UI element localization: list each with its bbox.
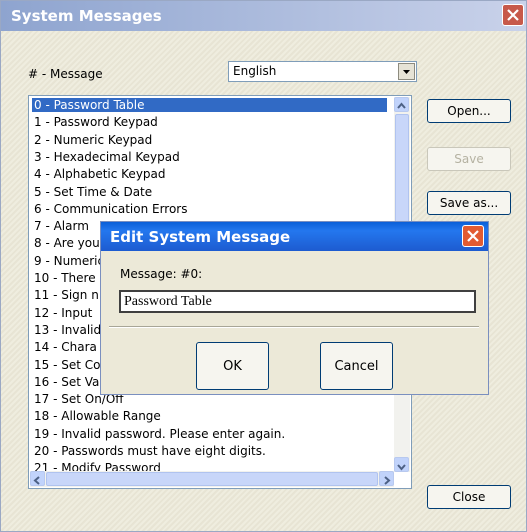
horizontal-scroll-thumb[interactable] <box>46 472 378 486</box>
chevron-left-icon <box>33 476 40 485</box>
list-item[interactable]: 20 - Passwords must have eight digits. <box>32 444 266 458</box>
system-messages-window: System Messages # - Message English 0 - … <box>0 0 527 532</box>
scroll-down-button[interactable] <box>394 457 409 472</box>
cancel-button[interactable]: Cancel <box>320 342 393 390</box>
save-as-button[interactable]: Save as... <box>427 191 511 215</box>
list-item[interactable]: 10 - There <box>32 271 96 285</box>
list-item[interactable]: 11 - Sign n <box>32 288 99 302</box>
save-button[interactable]: Save <box>427 147 511 171</box>
list-item[interactable]: 8 - Are you <box>32 236 100 250</box>
list-item[interactable]: 7 - Alarm <box>32 219 89 233</box>
message-number-label: Message: #0: <box>120 267 203 281</box>
language-select-value: English <box>233 64 277 78</box>
list-item[interactable]: 18 - Allowable Range <box>32 409 161 423</box>
chevron-right-icon <box>384 476 391 485</box>
close-icon <box>467 230 479 242</box>
window-close-button[interactable] <box>502 4 524 26</box>
edit-message-dialog: Edit System Message Message: #0: Passwor… <box>100 221 489 395</box>
open-button[interactable]: Open... <box>427 99 511 123</box>
list-item[interactable]: 9 - Numeric <box>32 254 104 268</box>
column-header-label: # - Message <box>28 67 103 81</box>
list-item[interactable]: 19 - Invalid password. Please enter agai… <box>32 427 285 441</box>
list-item[interactable]: 13 - Invalid <box>32 323 101 337</box>
list-item[interactable]: 0 - Password Table <box>32 98 387 112</box>
chevron-down-icon <box>403 70 410 74</box>
ok-button[interactable]: OK <box>196 342 269 390</box>
scroll-up-button[interactable] <box>394 97 409 112</box>
title-bar[interactable]: System Messages <box>1 1 526 31</box>
scroll-left-button[interactable] <box>30 471 45 486</box>
list-item[interactable]: 1 - Password Keypad <box>32 115 158 129</box>
message-text-input[interactable]: Password Table <box>119 290 476 313</box>
list-item[interactable]: 6 - Communication Errors <box>32 202 188 216</box>
dialog-title-bar[interactable]: Edit System Message <box>101 222 488 251</box>
list-item[interactable]: 3 - Hexadecimal Keypad <box>32 150 180 164</box>
dialog-close-button[interactable] <box>462 225 484 247</box>
list-item[interactable]: 4 - Alphabetic Keypad <box>32 167 166 181</box>
chevron-down-icon <box>397 464 406 471</box>
horizontal-scrollbar[interactable] <box>30 471 394 487</box>
list-item[interactable]: 14 - Chara <box>32 340 97 354</box>
list-item[interactable]: 15 - Set Co <box>32 358 100 372</box>
list-item[interactable]: 2 - Numeric Keypad <box>32 133 152 147</box>
dialog-title: Edit System Message <box>110 228 291 246</box>
window-title: System Messages <box>11 7 162 25</box>
list-item[interactable]: 5 - Set Time & Date <box>32 185 152 199</box>
close-icon <box>507 9 519 21</box>
dialog-separator <box>109 326 479 328</box>
scroll-right-button[interactable] <box>379 471 394 486</box>
message-text-value: Password Table <box>124 294 212 309</box>
list-item[interactable]: 12 - Input <box>32 306 92 320</box>
close-button[interactable]: Close <box>427 485 511 509</box>
dropdown-arrow-button[interactable] <box>398 63 415 80</box>
chevron-up-icon <box>397 102 406 109</box>
language-select[interactable]: English <box>228 61 417 82</box>
